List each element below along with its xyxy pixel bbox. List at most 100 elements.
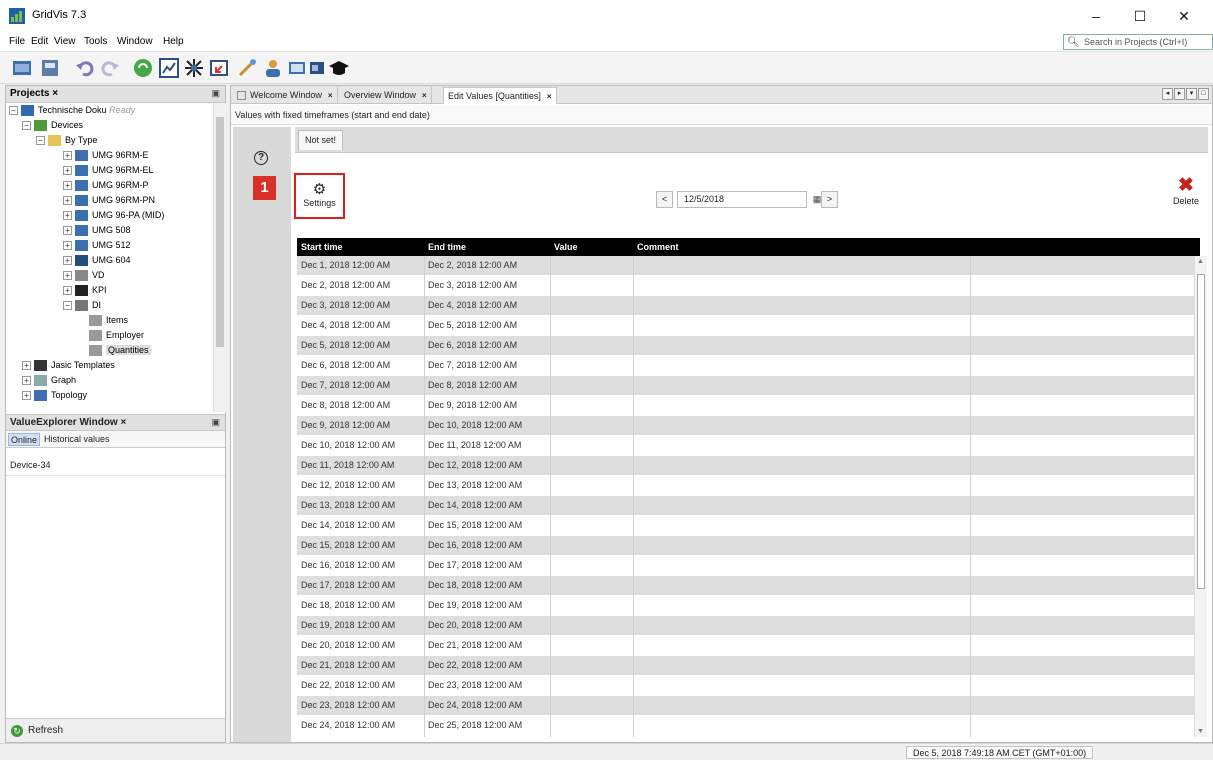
date-input[interactable]: 12/5/2018 xyxy=(677,191,807,208)
expand-icon[interactable]: + xyxy=(63,166,72,176)
tab-close-icon[interactable]: × xyxy=(547,92,552,101)
table-scrollbar-thumb[interactable] xyxy=(1197,274,1205,589)
start-time-cell[interactable]: Dec 7, 2018 12:00 AM xyxy=(301,380,390,390)
tree-item-device[interactable]: + UMG 96RM-E xyxy=(63,148,149,163)
table-row[interactable]: Dec 11, 2018 12:00 AM Dec 12, 2018 12:00 … xyxy=(297,456,1200,475)
table-row[interactable]: Dec 3, 2018 12:00 AM Dec 4, 2018 12:00 AM xyxy=(297,296,1200,315)
tab-left-icon[interactable]: ◂ xyxy=(1162,88,1173,100)
table-row[interactable]: Dec 8, 2018 12:00 AM Dec 9, 2018 12:00 AM xyxy=(297,396,1200,415)
tree-item-vd[interactable]: + VD xyxy=(63,268,105,283)
table-row[interactable]: Dec 13, 2018 12:00 AM Dec 14, 2018 12:00 … xyxy=(297,496,1200,515)
tree-item-device[interactable]: + UMG 604 xyxy=(63,253,131,268)
search-input[interactable]: 🔍︎ Search in Projects (Ctrl+I) xyxy=(1063,34,1213,50)
expand-icon[interactable]: + xyxy=(22,361,31,371)
end-time-cell[interactable]: Dec 9, 2018 12:00 AM xyxy=(428,400,517,410)
table-row[interactable]: Dec 15, 2018 12:00 AM Dec 16, 2018 12:00 … xyxy=(297,536,1200,555)
start-time-cell[interactable]: Dec 21, 2018 12:00 AM xyxy=(301,660,395,670)
start-time-cell[interactable]: Dec 10, 2018 12:00 AM xyxy=(301,440,395,450)
undo-icon[interactable] xyxy=(74,57,96,79)
start-time-cell[interactable]: Dec 8, 2018 12:00 AM xyxy=(301,400,390,410)
tab-welcome-window[interactable]: Welcome Window × xyxy=(233,87,338,104)
redo-icon[interactable] xyxy=(99,57,121,79)
value-explorer-close-icon[interactable]: × xyxy=(121,417,127,428)
table-row[interactable]: Dec 20, 2018 12:00 AM Dec 21, 2018 12:00 … xyxy=(297,636,1200,655)
tree-item-items[interactable]: Items xyxy=(89,313,128,328)
table-row[interactable]: Dec 4, 2018 12:00 AM Dec 5, 2018 12:00 AM xyxy=(297,316,1200,335)
tree-item-device[interactable]: + UMG 96-PA (MID) xyxy=(63,208,164,223)
collapse-icon[interactable]: − xyxy=(22,121,31,131)
table-scrollbar[interactable]: ▲ ▼ xyxy=(1194,256,1207,737)
menu-file[interactable]: File xyxy=(9,36,25,47)
maximize-button[interactable]: ☐ xyxy=(1122,4,1158,28)
column-header-start-time[interactable]: Start time xyxy=(301,242,343,252)
topology-icon[interactable] xyxy=(183,57,205,79)
minimize-panel-icon[interactable]: ▣ xyxy=(211,88,220,99)
tree-item-kpi[interactable]: + KPI xyxy=(63,283,107,298)
start-time-cell[interactable]: Dec 12, 2018 12:00 AM xyxy=(301,480,395,490)
tree-scrollbar[interactable] xyxy=(213,103,226,412)
end-time-cell[interactable]: Dec 12, 2018 12:00 AM xyxy=(428,460,522,470)
device-list-item[interactable]: Device-34 xyxy=(10,460,51,470)
tree-item-jasic-templates[interactable]: + Jasic Templates xyxy=(22,358,115,373)
end-time-cell[interactable]: Dec 3, 2018 12:00 AM xyxy=(428,280,517,290)
table-row[interactable]: Dec 17, 2018 12:00 AM Dec 18, 2018 12:00 … xyxy=(297,576,1200,595)
end-time-cell[interactable]: Dec 17, 2018 12:00 AM xyxy=(428,560,522,570)
expand-icon[interactable]: + xyxy=(63,271,72,281)
collapse-icon[interactable]: − xyxy=(63,301,72,311)
expand-icon[interactable]: + xyxy=(63,286,72,296)
expand-icon[interactable]: + xyxy=(63,211,72,221)
end-time-cell[interactable]: Dec 23, 2018 12:00 AM xyxy=(428,680,522,690)
menu-tools[interactable]: Tools xyxy=(84,36,107,47)
tree-item-devices[interactable]: − Devices xyxy=(22,118,83,133)
start-time-cell[interactable]: Dec 22, 2018 12:00 AM xyxy=(301,680,395,690)
end-time-cell[interactable]: Dec 13, 2018 12:00 AM xyxy=(428,480,522,490)
end-time-cell[interactable]: Dec 25, 2018 12:00 AM xyxy=(428,720,522,730)
tree-item-device[interactable]: + UMG 96RM-PN xyxy=(63,193,155,208)
table-row[interactable]: Dec 18, 2018 12:00 AM Dec 19, 2018 12:00 … xyxy=(297,596,1200,615)
start-time-cell[interactable]: Dec 13, 2018 12:00 AM xyxy=(301,500,395,510)
tree-item-device[interactable]: + UMG 96RM-P xyxy=(63,178,149,193)
end-time-cell[interactable]: Dec 8, 2018 12:00 AM xyxy=(428,380,517,390)
academy-icon[interactable] xyxy=(328,57,350,79)
help-icon[interactable]: ? xyxy=(254,151,268,165)
start-time-cell[interactable]: Dec 15, 2018 12:00 AM xyxy=(301,540,395,550)
start-time-cell[interactable]: Dec 18, 2018 12:00 AM xyxy=(301,600,395,610)
table-row[interactable]: Dec 23, 2018 12:00 AM Dec 24, 2018 12:00 … xyxy=(297,696,1200,715)
expand-icon[interactable]: + xyxy=(63,256,72,266)
start-time-cell[interactable]: Dec 23, 2018 12:00 AM xyxy=(301,700,395,710)
tab-historical-values[interactable]: Historical values xyxy=(42,433,112,446)
table-row[interactable]: Dec 2, 2018 12:00 AM Dec 3, 2018 12:00 AM xyxy=(297,276,1200,295)
end-time-cell[interactable]: Dec 24, 2018 12:00 AM xyxy=(428,700,522,710)
table-row[interactable]: Dec 14, 2018 12:00 AM Dec 15, 2018 12:00 … xyxy=(297,516,1200,535)
collapse-icon[interactable]: − xyxy=(9,106,18,116)
table-row[interactable]: Dec 19, 2018 12:00 AM Dec 20, 2018 12:00 … xyxy=(297,616,1200,635)
minimize-panel-icon[interactable]: ▣ xyxy=(211,417,220,428)
settings-button[interactable]: ⚙ Settings xyxy=(294,173,345,219)
start-time-cell[interactable]: Dec 5, 2018 12:00 AM xyxy=(301,340,390,350)
close-window-button[interactable]: ✕ xyxy=(1166,4,1202,28)
expand-icon[interactable]: + xyxy=(63,181,72,191)
maximize-editor-icon[interactable]: □ xyxy=(1198,88,1209,100)
expand-icon[interactable]: + xyxy=(63,151,72,161)
minimize-button[interactable]: – xyxy=(1078,4,1114,28)
device-icon[interactable] xyxy=(306,57,328,79)
tab-close-icon[interactable]: × xyxy=(422,91,427,100)
menu-window[interactable]: Window xyxy=(117,36,153,47)
scroll-up-icon[interactable]: ▲ xyxy=(1197,258,1204,265)
tree-item-device[interactable]: + UMG 508 xyxy=(63,223,131,238)
delete-button[interactable]: ✖ Delete xyxy=(1166,176,1206,222)
expand-icon[interactable]: + xyxy=(22,391,31,401)
end-time-cell[interactable]: Dec 15, 2018 12:00 AM xyxy=(428,520,522,530)
column-header-comment[interactable]: Comment xyxy=(637,242,679,252)
end-time-cell[interactable]: Dec 6, 2018 12:00 AM xyxy=(428,340,517,350)
tree-item-di[interactable]: − DI xyxy=(63,298,101,313)
table-row[interactable]: Dec 6, 2018 12:00 AM Dec 7, 2018 12:00 AM xyxy=(297,356,1200,375)
tab-overview-window[interactable]: Overview Window × xyxy=(340,87,432,104)
tree-item-graph[interactable]: + Graph xyxy=(22,373,76,388)
table-row[interactable]: Dec 1, 2018 12:00 AM Dec 2, 2018 12:00 AM xyxy=(297,256,1200,275)
column-header-end-time[interactable]: End time xyxy=(428,242,466,252)
expand-icon[interactable]: + xyxy=(63,196,72,206)
table-row[interactable]: Dec 12, 2018 12:00 AM Dec 13, 2018 12:00 … xyxy=(297,476,1200,495)
table-row[interactable]: Dec 5, 2018 12:00 AM Dec 6, 2018 12:00 AM xyxy=(297,336,1200,355)
user-icon[interactable] xyxy=(262,57,284,79)
